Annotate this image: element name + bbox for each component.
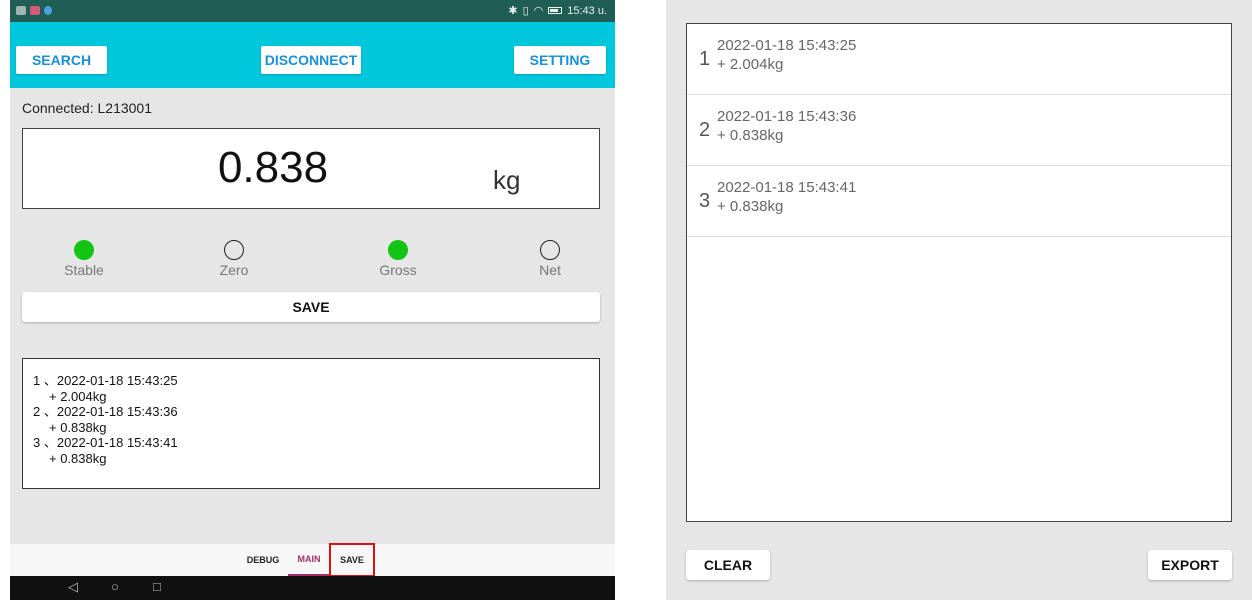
zero-indicator-icon	[224, 240, 244, 260]
bluetooth-icon: ✱	[508, 5, 518, 17]
record-date: 2022-01-18 15:43:25	[717, 37, 857, 54]
wifi-icon: ◠	[533, 5, 544, 17]
record-date: 2022-01-18 15:43:36	[717, 108, 857, 125]
list-item[interactable]: 2 2022-01-18 15:43:36 + 0.838kg	[687, 95, 1231, 166]
log-line: 3 、2022-01-18 15:43:41	[33, 435, 178, 451]
indicator-gross: Gross	[348, 240, 448, 278]
tab-save[interactable]: SAVE	[329, 543, 375, 577]
vibrate-icon: ▯	[522, 5, 529, 17]
indicator-label: Stable	[64, 262, 104, 278]
system-navigation-bar: ◁ ○ □	[10, 576, 615, 600]
setting-button[interactable]: SETTING	[514, 46, 606, 74]
tab-main[interactable]: MAIN	[288, 544, 330, 576]
weight-log: 1 、2022-01-18 15:43:25 + 2.004kg 2 、2022…	[22, 358, 600, 489]
status-bar: ✱ ▯ ◠ 15:43 u.	[10, 0, 615, 22]
export-button[interactable]: EXPORT	[1148, 550, 1232, 580]
weight-unit: kg	[493, 165, 521, 195]
log-line: 1 、2022-01-18 15:43:25	[33, 373, 178, 388]
gallery-icon	[16, 6, 26, 15]
log-line: 2 、2022-01-18 15:43:36	[33, 404, 178, 420]
status-right: ✱ ▯ ◠ 15:43 u.	[508, 4, 607, 18]
status-time: 15:43 u.	[567, 4, 607, 17]
save-screen: 1 2022-01-18 15:43:25 + 2.004kg 2 2022-0…	[666, 0, 1252, 600]
tab-debug[interactable]: DEBUG	[242, 544, 284, 576]
log-line: + 0.838kg	[49, 419, 107, 435]
weight-value: 0.838	[217, 143, 329, 192]
record-index: 2	[699, 119, 711, 141]
indicator-net: Net	[500, 240, 600, 278]
log-line: + 2.004kg	[49, 388, 107, 404]
indicator-label: Gross	[379, 262, 417, 278]
disconnect-button[interactable]: DISCONNECT	[261, 46, 361, 74]
clear-button[interactable]: CLEAR	[686, 550, 770, 580]
record-weight: + 0.838kg	[717, 127, 784, 144]
record-date: 2022-01-18 15:43:41	[717, 179, 857, 196]
saved-records-list: 1 2022-01-18 15:43:25 + 2.004kg 2 2022-0…	[686, 23, 1232, 522]
log-line: + 0.838kg	[49, 450, 107, 466]
record-weight: + 2.004kg	[717, 56, 784, 73]
notification-icons	[16, 6, 52, 15]
save-button[interactable]: SAVE	[22, 292, 600, 322]
indicator-zero: Zero	[184, 240, 284, 278]
app-bar: SEARCH DISCONNECT SETTING	[10, 22, 615, 88]
weight-display: 0.838 kg	[22, 128, 600, 209]
net-indicator-icon	[540, 240, 560, 260]
list-item[interactable]: 1 2022-01-18 15:43:25 + 2.004kg	[687, 24, 1231, 95]
home-icon[interactable]: ○	[111, 579, 119, 594]
app-icon	[30, 6, 40, 15]
indicator-label: Zero	[219, 262, 249, 278]
record-index: 3	[699, 190, 711, 212]
connection-status: Connected: L213001	[22, 100, 152, 116]
record-weight: + 0.838kg	[717, 198, 784, 215]
recents-icon[interactable]: □	[153, 579, 161, 594]
indicator-stable: Stable	[34, 240, 134, 278]
main-screen: ✱ ▯ ◠ 15:43 u. SEARCH DISCONNECT SETTING…	[10, 0, 615, 600]
indicator-label: Net	[539, 262, 561, 278]
chat-icon	[44, 6, 52, 15]
battery-icon	[548, 7, 563, 14]
search-button[interactable]: SEARCH	[16, 46, 107, 74]
back-icon[interactable]: ◁	[68, 579, 78, 595]
list-item[interactable]: 3 2022-01-18 15:43:41 + 0.838kg	[687, 166, 1231, 237]
gross-indicator-icon	[388, 240, 408, 260]
stable-indicator-icon	[74, 240, 94, 260]
record-index: 1	[699, 48, 711, 70]
bottom-tab-bar: DEBUG MAIN SAVE	[10, 543, 615, 577]
status-indicators: Stable Zero Gross Net	[22, 240, 600, 280]
